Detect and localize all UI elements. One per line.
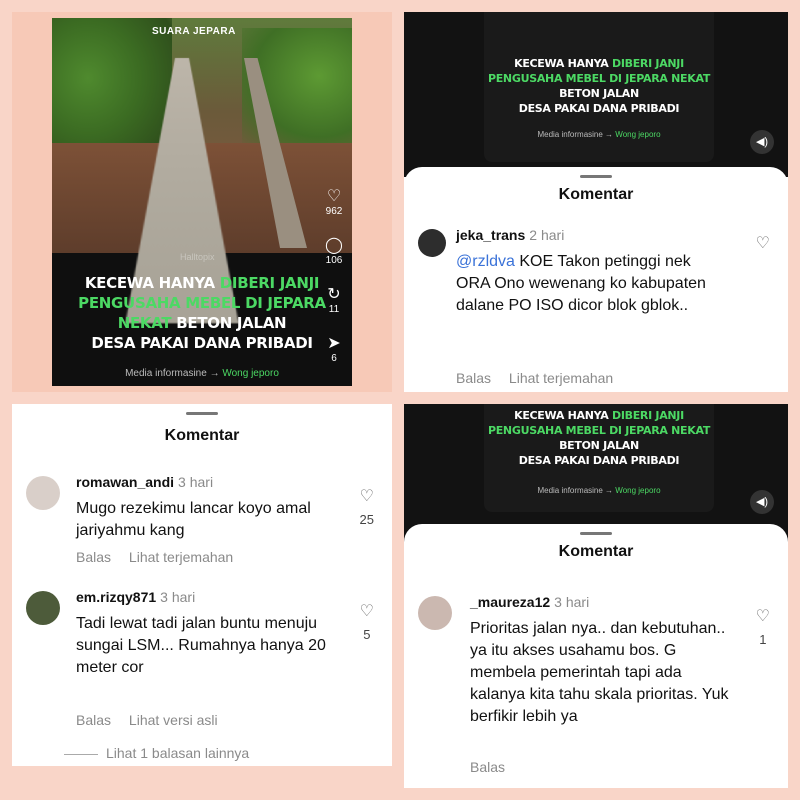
like-heart-icon[interactable]: ♡ 5 — [360, 601, 374, 642]
video-post-panel: SUARA JEPARA Halltopix Kecewa hanya dibe… — [12, 12, 392, 392]
divider — [64, 753, 98, 755]
video-headline: Kecewa hanya diberi janji pengusaha mebe… — [78, 274, 326, 352]
video-footer: Media informasine → Wong jeporo — [537, 130, 661, 139]
comment-like-count: 1 — [759, 632, 767, 647]
comment-time: 3 hari — [160, 589, 196, 605]
reply-button[interactable]: Balas — [470, 759, 505, 775]
like-heart-icon[interactable]: ♡ 25 — [360, 486, 374, 527]
comment-sheet: Komentar romawan_andi 3 hari Mugo rezekim… — [12, 404, 392, 788]
avatar[interactable] — [418, 596, 452, 630]
comment-actions: Balas — [470, 759, 519, 775]
heart-icon[interactable]: ♡ — [320, 188, 348, 206]
repost-icon[interactable]: ↻ — [320, 286, 348, 304]
like-heart-icon[interactable]: ♡ — [756, 233, 770, 253]
repost-count: 11 — [328, 304, 340, 315]
like-heart-icon[interactable]: ♡ 1 — [756, 606, 770, 647]
avatar[interactable] — [418, 229, 446, 257]
reply-button[interactable]: Balas — [456, 370, 491, 386]
comment-username[interactable]: jeka_trans — [456, 227, 525, 243]
comment-count: 106 — [325, 255, 343, 266]
avatar[interactable] — [26, 591, 60, 625]
comment-like-count: 25 — [359, 512, 374, 527]
reply-button[interactable]: Balas — [76, 712, 111, 728]
translate-link[interactable]: Lihat terjemahan — [509, 370, 613, 386]
comment-actions: Balas Lihat versi asli — [76, 712, 232, 728]
sheet-title: Komentar — [164, 427, 240, 444]
video-thumbnail[interactable]: Kecewa hanya diberi janji pengusaha mebe… — [404, 12, 788, 177]
video-footer: Media informasine → Wong jeporo — [125, 368, 279, 379]
translate-link[interactable]: Lihat terjemahan — [129, 549, 233, 565]
comment-username[interactable]: _maureza12 — [470, 594, 550, 610]
sheet-title: Komentar — [558, 543, 634, 560]
avatar[interactable] — [26, 476, 60, 510]
share-icon[interactable]: ➤ — [320, 335, 348, 353]
comment-time: 2 hari — [529, 227, 565, 243]
faint-watermark: Halltopix — [180, 252, 215, 262]
comment-panel-2: Komentar romawan_andi 3 hari Mugo rezekim… — [12, 404, 392, 788]
reply-button[interactable]: Balas — [76, 549, 111, 565]
drag-handle[interactable] — [186, 412, 218, 415]
video-footer: Media informasine → Wong jeporo — [537, 486, 661, 495]
comment-text: Tadi lewat tadi jalan buntu menuju sunga… — [76, 615, 326, 676]
road-construction-photo — [52, 18, 352, 253]
video-actions: ♡ 962 ◯ 106 ↻ 11 ➤ 6 — [320, 188, 348, 384]
translate-link[interactable]: Lihat versi asli — [129, 712, 218, 728]
comment-time: 3 hari — [554, 594, 590, 610]
news-watermark: SUARA JEPARA — [152, 26, 236, 37]
comment-like-count: 5 — [363, 627, 371, 642]
comment-icon[interactable]: ◯ — [320, 237, 348, 255]
comment-text: Prioritas jalan nya.. dan kebutuhan.. ya… — [470, 620, 729, 725]
frame-border — [12, 766, 392, 788]
volume-icon[interactable]: ◀) — [750, 490, 774, 514]
share-count: 6 — [331, 353, 337, 364]
comment-sheet: Komentar jeka_trans 2 hari @rzldva KOE Ta… — [404, 167, 788, 392]
view-more-replies[interactable]: Lihat 1 balasan lainnya — [64, 745, 249, 761]
comment-time: 3 hari — [178, 474, 214, 490]
comment-actions: Balas Lihat terjemahan — [76, 549, 247, 565]
video-headline: Kecewa hanya diberi janji pengusaha mebe… — [487, 57, 711, 115]
comment-text: Mugo rezekimu lancar koyo amal jariyahmu… — [76, 500, 311, 539]
volume-icon[interactable]: ◀) — [750, 130, 774, 154]
video-headline: Kecewa hanya diberi janji pengusaha mebe… — [487, 409, 711, 467]
drag-handle[interactable] — [580, 532, 612, 535]
drag-handle[interactable] — [580, 175, 612, 178]
sheet-title: Komentar — [558, 186, 634, 203]
mention-link[interactable]: @rzldva — [456, 253, 515, 270]
comment-panel-3: Kecewa hanya diberi janji pengusaha mebe… — [404, 404, 788, 788]
comment-username[interactable]: romawan_andi — [76, 474, 174, 490]
comment-sheet: Komentar _maureza12 3 hari Prioritas jala… — [404, 524, 788, 788]
like-count: 962 — [325, 206, 343, 217]
comment-panel-1: Kecewa hanya diberi janji pengusaha mebe… — [404, 12, 788, 392]
comment-username[interactable]: em.rizqy871 — [76, 589, 156, 605]
video-player[interactable]: SUARA JEPARA Halltopix Kecewa hanya dibe… — [52, 18, 352, 386]
comment-actions: Balas Lihat terjemahan — [456, 370, 627, 386]
comment-text: @rzldva KOE Takon petinggi nek ORA Ono w… — [456, 253, 706, 314]
